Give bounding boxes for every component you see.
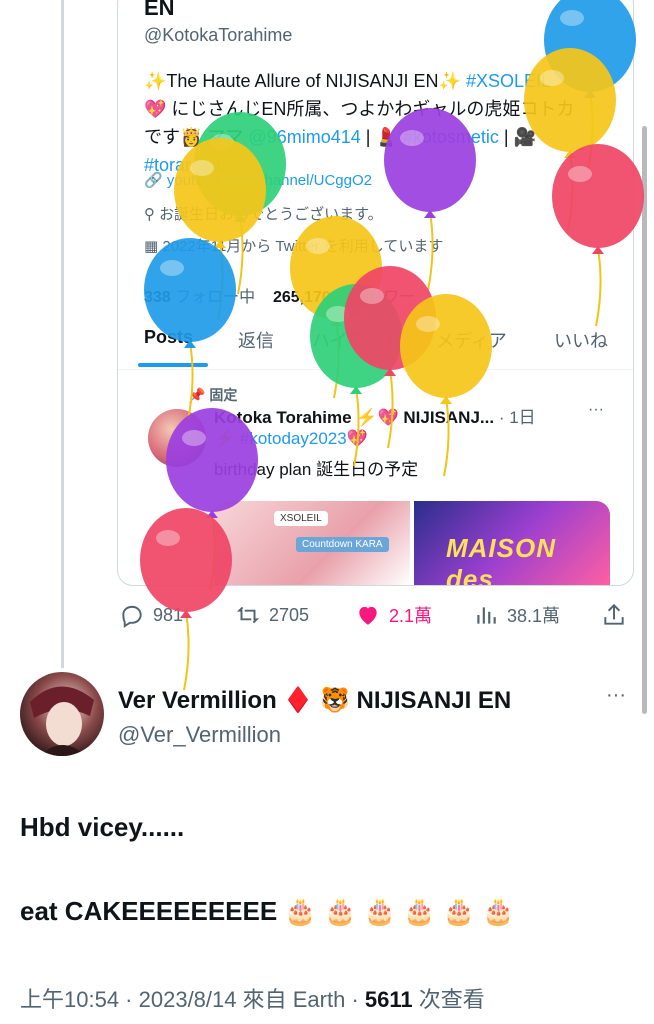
tweet-views-label: 次查看 [418, 987, 485, 1012]
followers-count[interactable]: 265,170 [273, 289, 331, 306]
follow-counts: 338 フォロー中 265,170 フォロワー [144, 283, 415, 307]
media-brand-text: MAISON des [446, 533, 556, 585]
tweet-text-line-1: Hbd vicey...... [20, 812, 185, 842]
media-tag: Countdown KARA [296, 537, 389, 552]
pinned-post-hashtag[interactable]: ⚡️ #kotoday2023💖 [214, 429, 368, 449]
tweet-source: 來自 Earth [242, 987, 346, 1012]
like-count: 2.1萬 [389, 606, 433, 626]
share-icon [604, 603, 624, 625]
tweet-meta: 上午10:54 · 2023/8/14 來自 Earth · 5611 次查看 [20, 987, 485, 1012]
retweet-icon [236, 606, 260, 624]
pinned-post-header: Kotoka Torahime ⚡️💖 NIJISANJ... · 1日 [214, 403, 614, 428]
like-button[interactable]: 2.1萬 [355, 602, 432, 628]
more-options-icon[interactable]: ··· [606, 684, 626, 707]
link-icon: 🔗 [144, 172, 163, 189]
mention-link[interactable]: @96mimo414 [248, 127, 360, 147]
quoted-profile-name: EN [144, 0, 175, 20]
quoted-profile-handle: @KotokaTorahime [144, 25, 293, 45]
pinned-post-media-2[interactable]: MAISON des [414, 501, 610, 585]
tweet-date[interactable]: 2023/8/14 [139, 987, 237, 1012]
bio-text: ✨The Haute Allure of NIJISANJI EN✨ [144, 71, 466, 91]
tweet-views-count: 5611 [364, 987, 413, 1012]
pinned-label: 固定 [209, 387, 238, 403]
analytics-icon [477, 607, 496, 624]
bio-line: です👸 ママ @96mimo414 | 💄 #kotosmetic | 🎥 [144, 123, 624, 151]
quoted-profile-card[interactable]: EN @KotokaTorahime ✨The Haute Allure of … [117, 0, 634, 586]
following-label[interactable]: フォロー中 [175, 289, 255, 306]
joined-row: ▦ 2022年11月から Twitter を利用しています [144, 235, 443, 256]
tweet-time[interactable]: 上午10:54 [20, 987, 119, 1012]
website-row[interactable]: 🔗 youtube.com/channel/UCggO2 [144, 171, 372, 189]
tab-highlights[interactable]: ハイライト [312, 327, 402, 353]
author-handle[interactable]: @Ver_Vermillion [118, 722, 281, 748]
pin-icon: 📌 [188, 387, 206, 403]
tab-replies[interactable]: 返信 [238, 327, 274, 353]
author-display-name[interactable]: Ver Vermillion [118, 687, 277, 714]
retweet-button[interactable]: 2705 [235, 602, 309, 628]
quoted-profile-bio: ✨The Haute Allure of NIJISANJI EN✨ #XSOL… [144, 67, 624, 179]
birthday-text: お誕生日おめでとうございます。 [159, 206, 383, 223]
views-count: 38.1萬 [507, 606, 561, 626]
pinned-post-media-1[interactable]: XSOLEIL Countdown KARA [214, 501, 410, 585]
active-tab-indicator [138, 363, 208, 367]
heart-icon [359, 606, 377, 625]
more-options-icon[interactable]: ··· [588, 401, 604, 419]
reply-button[interactable]: 981 [119, 602, 183, 628]
bio-text: | 💄 [360, 127, 403, 147]
location-pin-icon: ⚲ [144, 206, 155, 223]
tab-likes[interactable]: いいね [554, 327, 608, 353]
tweet-action-bar: 981 2705 2.1萬 38.1萬 [117, 598, 632, 634]
scrollbar[interactable] [642, 126, 647, 714]
author-display-name-row: Ver Vermillion ♦️ 🐯 NIJISANJI EN [118, 686, 511, 715]
share-button[interactable] [601, 602, 627, 628]
name-emojis: ♦️ 🐯 [283, 687, 350, 714]
views-button[interactable]: 38.1萬 [473, 602, 560, 628]
bio-line: ✨The Haute Allure of NIJISANJI EN✨ #XSOL… [144, 67, 624, 95]
pinned-post-author[interactable]: Kotoka Torahime ⚡️💖 NIJISANJ... [214, 408, 494, 427]
calendar-icon: ▦ [144, 238, 159, 255]
avatar-illustration [30, 686, 94, 756]
tab-posts[interactable]: Posts [144, 327, 193, 348]
pinned-post-time[interactable]: · 1日 [499, 408, 536, 427]
website-link[interactable]: youtube.com/channel/UCggO2 [167, 172, 372, 189]
followers-label[interactable]: フォロワー [335, 289, 415, 306]
pinned-post-avatar[interactable] [148, 409, 206, 467]
following-count[interactable]: 338 [144, 289, 171, 306]
bio-text: です👸 ママ [144, 127, 249, 147]
bio-line: 💖 にじさんじEN所属、つよかわギャルの虎姫コトカ [144, 99, 575, 119]
media-tag: XSOLEIL [274, 511, 328, 526]
reply-icon [122, 605, 142, 628]
profile-tabs: Posts 返信 ハイライト メディア いいね [118, 317, 633, 370]
reply-count: 981 [153, 604, 184, 625]
pinned-post-text: birthday plan 誕生日の予定 [214, 460, 419, 479]
tweet-text-line-2: eat CAKEEEEEEEEE 🎂 🎂 🎂 🎂 🎂 🎂 [20, 896, 515, 926]
pinned-indicator: 📌 固定 [188, 385, 237, 405]
hashtag-kotosmetic[interactable]: #kotosmetic [403, 127, 499, 147]
author-name-suffix: NIJISANJI EN [356, 687, 512, 714]
author-avatar[interactable] [20, 672, 104, 756]
joined-text: 2022年11月から Twitter を利用しています [162, 238, 444, 255]
thread-connector-line [61, 0, 64, 668]
retweet-count: 2705 [269, 604, 310, 625]
bio-text: | 🎥 [498, 127, 536, 147]
birthday-row: ⚲ お誕生日おめでとうございます。 [144, 203, 383, 224]
hashtag-xsoleil[interactable]: #XSOLEIL [466, 71, 551, 91]
tab-media[interactable]: メディア [436, 327, 507, 353]
